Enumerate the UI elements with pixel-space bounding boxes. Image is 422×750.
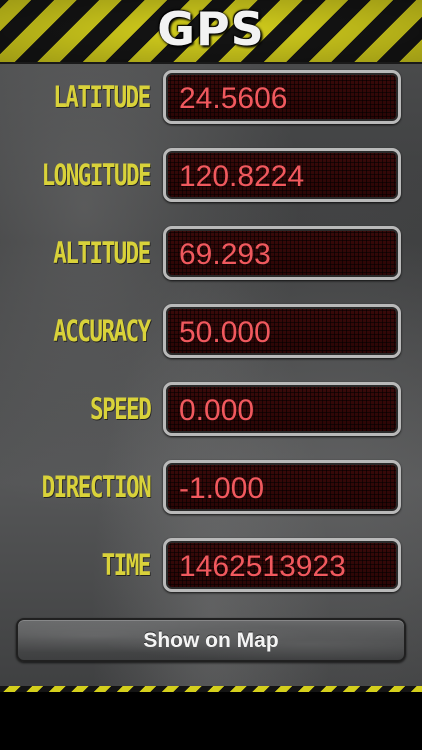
gps-screen: GPS LATITUDE 24.5606 LONGITUDE 120.8224 … bbox=[0, 0, 422, 690]
accuracy-display: 50.000 bbox=[163, 304, 401, 358]
direction-label: DIRECTION bbox=[41, 470, 151, 504]
latitude-label: LATITUDE bbox=[53, 80, 152, 114]
longitude-value: 120.8224 bbox=[179, 160, 305, 193]
show-on-map-label: Show on Map bbox=[143, 629, 279, 652]
time-label: TIME bbox=[101, 548, 152, 582]
speed-row: SPEED 0.000 bbox=[0, 378, 422, 440]
direction-value: -1.000 bbox=[179, 472, 265, 505]
direction-display: -1.000 bbox=[163, 460, 401, 514]
show-on-map-button[interactable]: Show on Map bbox=[16, 618, 406, 662]
altitude-display: 69.293 bbox=[163, 226, 401, 280]
accuracy-value: 50.000 bbox=[179, 316, 271, 349]
speed-value: 0.000 bbox=[179, 394, 255, 427]
speed-label: SPEED bbox=[89, 392, 152, 426]
latitude-row: LATITUDE 24.5606 bbox=[0, 66, 422, 128]
accuracy-row: ACCURACY 50.000 bbox=[0, 300, 422, 362]
latitude-display: 24.5606 bbox=[163, 70, 401, 124]
longitude-label: LONGITUDE bbox=[41, 158, 151, 192]
time-row: TIME 1462513923 bbox=[0, 534, 422, 596]
time-value: 1462513923 bbox=[179, 550, 346, 583]
bottom-bar bbox=[0, 692, 422, 750]
latitude-value: 24.5606 bbox=[179, 82, 288, 115]
altitude-row: ALTITUDE 69.293 bbox=[0, 222, 422, 284]
accuracy-label: ACCURACY bbox=[53, 314, 152, 348]
longitude-display: 120.8224 bbox=[163, 148, 401, 202]
altitude-value: 69.293 bbox=[179, 238, 271, 271]
speed-display: 0.000 bbox=[163, 382, 401, 436]
altitude-label: ALTITUDE bbox=[53, 236, 152, 270]
page-title: GPS bbox=[157, 2, 265, 56]
time-display: 1462513923 bbox=[163, 538, 401, 592]
longitude-row: LONGITUDE 120.8224 bbox=[0, 144, 422, 206]
direction-row: DIRECTION -1.000 bbox=[0, 456, 422, 518]
